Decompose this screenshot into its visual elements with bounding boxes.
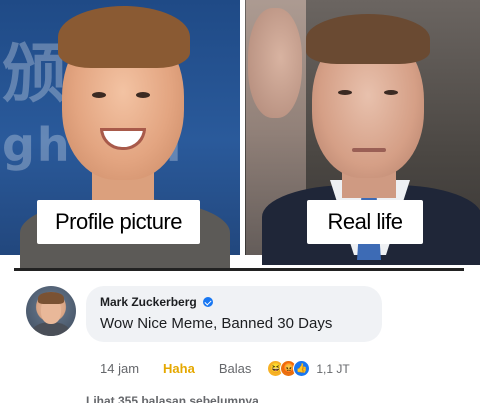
commenter-avatar[interactable] [26,286,76,336]
reaction-summary[interactable]: 😆 😡 👍 [267,360,311,377]
right-eye [136,92,150,98]
comment-text: Wow Nice Meme, Banned 30 Days [100,315,333,332]
caption-profile-picture: Profile picture [37,200,200,244]
avatar-hair [38,292,64,304]
verified-badge-icon [202,297,213,307]
left-hair [58,6,190,68]
view-previous-replies-link[interactable]: Lihat 355 balasan sebelumnya [86,394,259,403]
comment-timestamp[interactable]: 14 jam [100,361,139,376]
comment-meta-row: 14 jam Haha Balas 😆 😡 👍 1,1 JT [100,360,350,377]
caption-real-life: Real life [307,200,423,244]
flat-mouth [352,148,386,152]
avatar-body [32,322,70,336]
comment-author-row: Mark Zuckerberg [100,295,213,309]
left-eye [92,92,106,98]
react-haha-button[interactable]: Haha [163,361,195,376]
reply-button[interactable]: Balas [219,361,252,376]
right-hair [306,14,430,64]
left-eye-serious [338,90,352,95]
background-person-face [248,8,302,118]
right-eye-serious [384,90,398,95]
like-icon: 👍 [293,360,311,377]
comment-author-name[interactable]: Mark Zuckerberg [100,295,197,309]
reaction-count[interactable]: 1,1 JT [316,362,349,376]
